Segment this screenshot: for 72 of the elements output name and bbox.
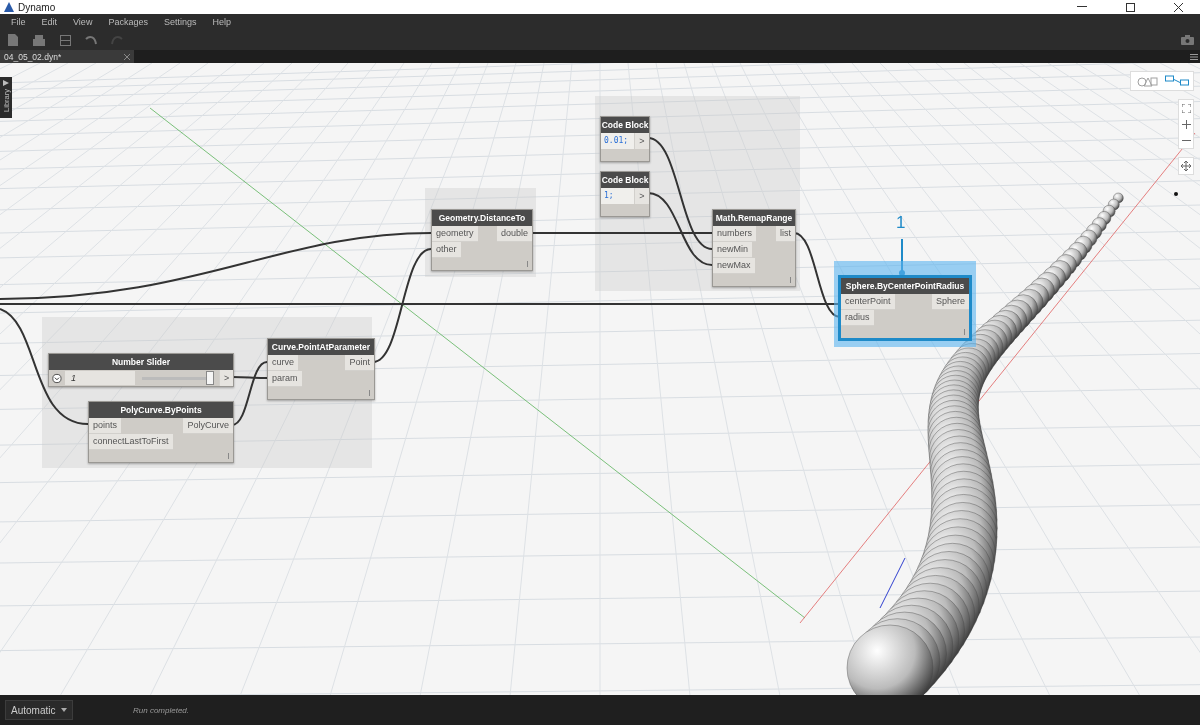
node-title: PolyCurve.ByPoints [89,402,233,418]
node-title: Math.RemapRange [713,210,795,226]
point-dot [1174,192,1178,196]
view-toggle-button[interactable] [1165,74,1189,88]
node-card[interactable]: Geometry.DistanceTo geometry other double [431,209,533,271]
undo-button[interactable] [84,33,98,47]
save-button[interactable] [58,33,72,47]
input-port[interactable]: curve [268,355,298,371]
input-port[interactable]: newMin [713,242,752,258]
code-text[interactable]: 1; [601,188,634,204]
file-tab[interactable]: 04_05_02.dyn* [0,50,134,63]
menu-item[interactable]: Edit [34,17,67,27]
node-title: Geometry.DistanceTo [432,210,532,226]
close-icon [1173,2,1183,12]
node-card[interactable]: Sphere.ByCenterPointRadius centerPoint radius Sphere [840,277,970,339]
node-card[interactable]: Number Slider 1 > [48,353,234,387]
close-icon[interactable] [124,53,130,60]
output-port[interactable]: > [634,133,649,149]
input-port[interactable]: centerPoint [841,294,895,310]
input-port[interactable]: newMax [713,258,755,274]
chevron-circle-icon[interactable] [52,372,62,384]
minus-icon [1181,138,1191,142]
output-port[interactable]: > [219,370,233,386]
code-text[interactable]: 0.01; [601,133,634,149]
input-port[interactable]: geometry [432,226,478,242]
shapes-icon [1136,75,1158,87]
node-title: Code Block [601,172,649,188]
node-title: Curve.PointAtParameter [268,339,374,355]
input-port[interactable]: numbers [713,226,756,242]
menu-item[interactable]: View [66,17,102,27]
node-title: Number Slider [49,354,233,370]
output-port[interactable]: PolyCurve [183,418,233,434]
menu-icon[interactable] [1190,53,1198,60]
node-graph-icon [1165,75,1189,87]
input-port[interactable]: connectLastToFirst [89,434,173,450]
output-port[interactable]: double [496,226,532,242]
slider-value[interactable]: 1 [64,371,136,385]
input-port[interactable]: other [432,242,461,258]
node-title: Sphere.ByCenterPointRadius [841,278,969,294]
pan-button[interactable] [1179,158,1193,174]
maximize-icon [1125,2,1135,12]
output-port[interactable]: Point [345,355,374,371]
callout-number: 1 [896,213,906,233]
window-title: Dynamo [18,1,57,13]
slider-thumb[interactable] [206,371,215,385]
input-port[interactable]: param [268,371,302,387]
expand-icon [3,80,9,86]
input-port[interactable]: points [89,418,122,434]
input-port[interactable]: radius [841,310,874,326]
menu-item[interactable]: Packages [101,17,157,27]
node-card[interactable]: Code Block 0.01; > [600,116,650,162]
minimize-icon [1077,6,1087,8]
new-file-button[interactable] [6,33,20,47]
status-text: Run completed. [133,705,190,715]
caret-icon [61,708,67,712]
app-logo-icon [4,2,14,12]
node-card[interactable]: PolyCurve.ByPoints points connectLastToFirst PolyCurve [88,401,234,463]
view-toggle-button[interactable] [1135,74,1159,88]
node-card[interactable]: Math.RemapRange numbers newMin newMax list [712,209,796,287]
node-title: Code Block [601,117,649,133]
output-port[interactable]: list [776,226,795,242]
menu-item[interactable]: Settings [156,17,206,27]
menu-item[interactable]: Help [205,17,240,27]
output-port[interactable]: > [634,188,649,204]
node-card[interactable]: Curve.PointAtParameter curve param Point [267,338,375,400]
callout-line [899,238,905,276]
output-port[interactable]: Sphere [931,294,969,310]
run-mode-dropdown[interactable]: Automatic [5,700,73,720]
camera-button[interactable] [1180,33,1194,47]
menu-item[interactable]: File [4,17,35,27]
node-card[interactable]: Code Block 1; > [600,171,650,217]
open-folder-button[interactable] [32,33,46,47]
